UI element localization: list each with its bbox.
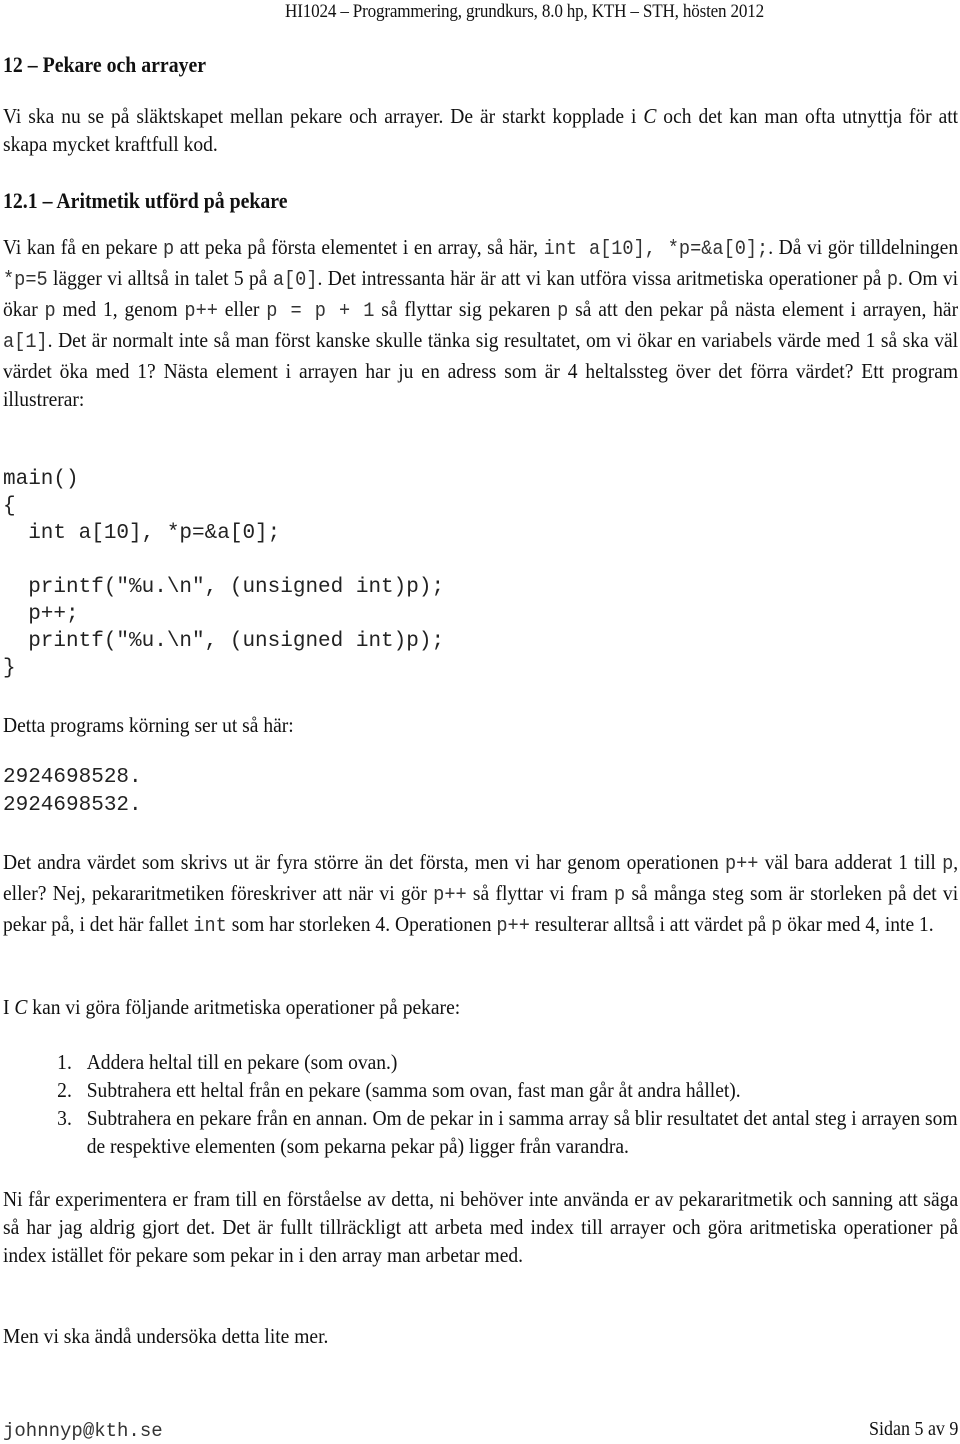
italic-text: C — [14, 995, 28, 1019]
section-title: 12 – Pekare och arrayer — [3, 52, 207, 77]
page-number: Sidan 5 av 9 — [868, 1418, 958, 1440]
list-text: Addera heltal till en pekare (som ovan.) — [86, 1050, 398, 1074]
inline-code: int — [193, 915, 227, 938]
inline-code: p — [771, 915, 783, 938]
code-line: printf("%u.\n", (unsigned int)p); — [3, 630, 445, 653]
running-header: HI1024 – Programmering, grundkurs, 8.0 h… — [285, 1, 764, 22]
code-line: main() — [3, 468, 79, 491]
list-number: 3. — [57, 1106, 72, 1130]
code-line: 2924698532. — [3, 794, 142, 817]
operations-list: 1. Addera heltal till en pekare (som ova… — [3, 1048, 958, 1160]
operations-list-item: 1. Addera heltal till en pekare (som ova… — [3, 1048, 958, 1076]
inline-code: p++ — [724, 853, 759, 876]
italic-text: C — [643, 104, 657, 128]
list-number: 2. — [57, 1078, 72, 1102]
inline-code: p — [163, 238, 175, 261]
code-line: p++; — [3, 603, 79, 626]
operations-list-item: 2. Subtrahera ett heltal från en pekare … — [3, 1076, 958, 1104]
explanation-paragraph: Det andra värdet som skrivs ut är fyra s… — [3, 850, 959, 938]
pointer-arithmetic-paragraph: Vi kan få en pekare p att peka på första… — [3, 235, 959, 411]
list-number: 1. — [57, 1050, 72, 1074]
inline-code: *p=5 — [3, 269, 48, 292]
inline-code: a[0] — [272, 269, 318, 292]
run-intro-paragraph: Detta programs körning ser ut så här: — [3, 713, 294, 737]
inline-code: p — [557, 300, 569, 323]
inline-code: p++ — [184, 300, 218, 323]
list-text: Subtrahera en pekare från en annan. Om d… — [86, 1106, 958, 1158]
code-line: 2924698528. — [3, 766, 142, 789]
experiment-paragraph: Ni får experimentera er fram till en för… — [3, 1187, 959, 1267]
intro-paragraph: Vi ska nu se på släktskapet mellan pekar… — [3, 104, 959, 156]
inline-code: p++ — [496, 915, 530, 938]
code-line: } — [3, 657, 16, 680]
footer-email: johnnyp@kth.se — [3, 1420, 163, 1442]
inline-code: p = p + 1 — [266, 300, 375, 323]
code-line: printf("%u.\n", (unsigned int)p); — [3, 576, 445, 599]
code-line: int a[10], *p=&a[0]; — [3, 522, 281, 545]
list-text: Subtrahera ett heltal från en pekare (sa… — [86, 1078, 741, 1102]
code-example: main() { int a[10], *p=&a[0]; printf("%u.… — [3, 466, 444, 682]
inline-code: a[1] — [3, 331, 48, 354]
code-line: { — [3, 495, 16, 518]
inline-code: p++ — [433, 884, 467, 907]
closing-paragraph: Men vi ska ändå undersöka detta lite mer… — [3, 1324, 329, 1348]
program-output: 2924698528. 2924698532. — [3, 764, 142, 820]
inline-code: int a[10], *p=&a[0]; — [543, 238, 769, 261]
inline-code: p — [614, 884, 626, 907]
operations-intro: I C kan vi göra följande aritmetiska ope… — [3, 995, 461, 1019]
inline-code: p — [942, 853, 954, 876]
subsection-title: 12.1 – Aritmetik utförd på pekare — [3, 188, 288, 213]
inline-code: p — [44, 300, 56, 323]
operations-list-item: 3. Subtrahera en pekare från en annan. O… — [3, 1104, 958, 1160]
inline-code: p — [886, 269, 898, 292]
